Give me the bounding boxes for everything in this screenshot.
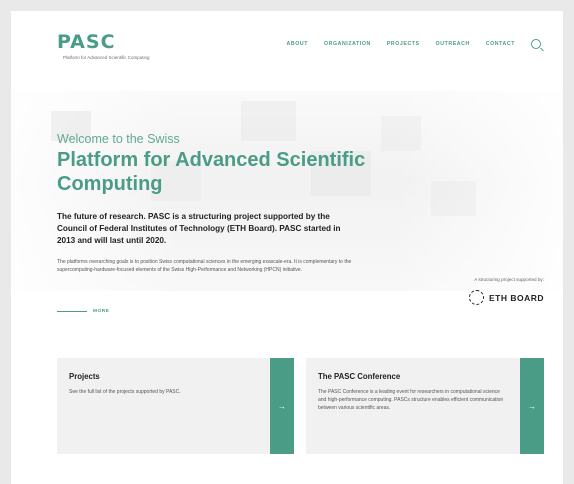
logo-tagline: Platform for Advanced Scientific Computi… (63, 55, 150, 60)
search-icon[interactable] (531, 39, 541, 49)
logo-mark: PASC (57, 31, 116, 53)
eth-circle-icon (468, 290, 484, 305)
card-text: See the full list of the projects suppor… (69, 389, 181, 395)
more-label[interactable]: MORE (93, 309, 109, 314)
page: PASC Platform for Advanced Scientific Co… (11, 11, 563, 484)
welcome-text: Welcome to the Swiss (57, 132, 180, 146)
projects-card[interactable]: Projects See the full list of the projec… (57, 358, 294, 454)
more-link[interactable]: MORE (57, 309, 109, 314)
nav-organization[interactable]: ORGANIZATION (324, 41, 371, 47)
conference-card[interactable]: The PASC Conference The PASC Conference … (306, 358, 544, 454)
eth-board-label: ETH BOARD (488, 292, 544, 303)
more-line (57, 311, 87, 312)
card-title: The PASC Conference (318, 372, 401, 381)
main-nav: ABOUT ORGANIZATION PROJECTS OUTREACH CON… (271, 39, 541, 49)
page-title: Platform for Advanced Scientific Computi… (57, 149, 366, 195)
eth-caption: A structuring project supported by: (474, 277, 544, 282)
logo[interactable]: PASC Platform for Advanced Scientific Co… (57, 31, 150, 61)
nav-contact[interactable]: CONTACT (486, 41, 515, 47)
nav-projects[interactable]: PROJECTS (387, 41, 420, 47)
card-text: The PASC Conference is a leading event f… (318, 389, 504, 411)
arrow-right-icon[interactable]: → (270, 358, 294, 454)
nav-outreach[interactable]: OUTREACH (436, 41, 470, 47)
card-title: Projects (69, 372, 100, 381)
body-paragraph: The platforms overarching goals is to po… (57, 259, 352, 273)
arrow-right-icon[interactable]: → (520, 358, 544, 454)
lead-paragraph: The future of research. PASC is a struct… (57, 212, 341, 245)
nav-about[interactable]: ABOUT (287, 41, 308, 47)
eth-board-logo[interactable]: ETH BOARD (468, 290, 544, 305)
